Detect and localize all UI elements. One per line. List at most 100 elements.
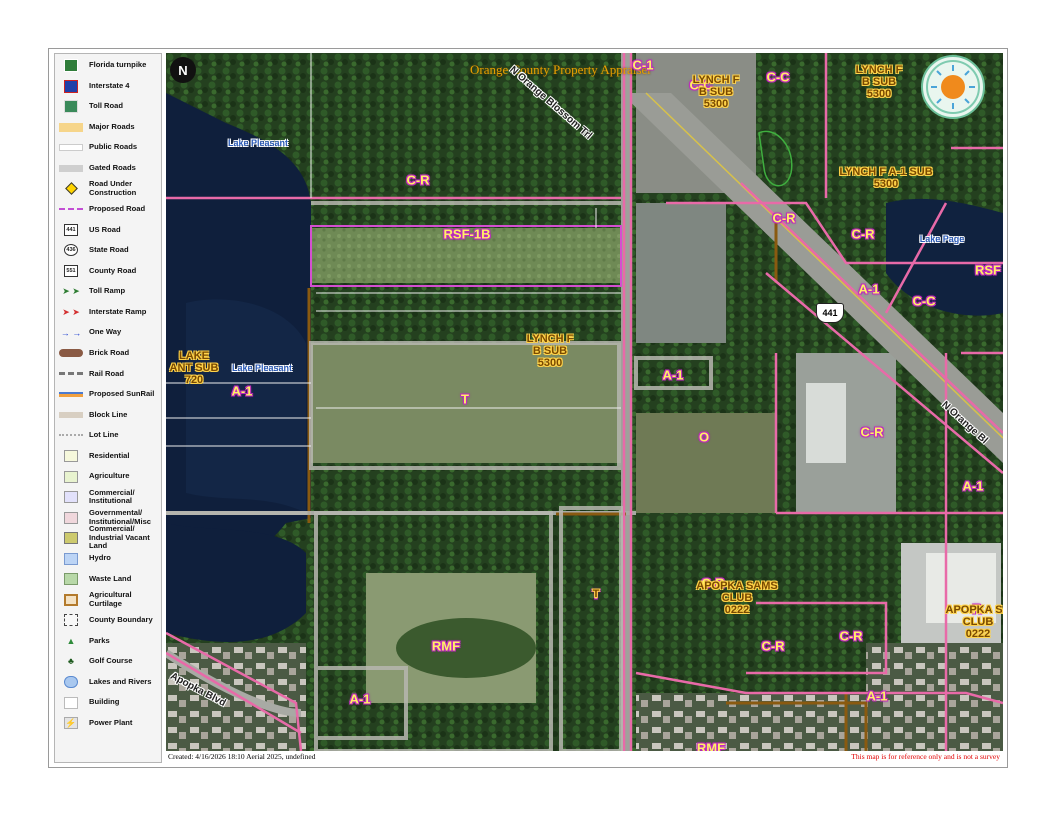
interstate-shield-icon — [59, 79, 83, 93]
zoning-label: RSF — [975, 262, 1001, 278]
disclaimer-text: This map is for reference only and is no… — [851, 752, 1000, 761]
water-body-label: Lake Pleasant — [231, 363, 293, 373]
legend-item-label: County Boundary — [89, 615, 153, 625]
zoning-label: A-1 — [962, 478, 984, 494]
building-swatch — [59, 696, 83, 709]
zoning-label: C-C — [912, 293, 936, 309]
zoning-label: A-1 — [231, 383, 253, 399]
north-arrow-icon: N — [170, 57, 196, 83]
legend-item-label: Residential — [89, 450, 130, 460]
turnpike-shield-icon — [59, 59, 83, 72]
legend-item: 551 County Road — [59, 263, 159, 280]
legend-item-label: Power Plant — [89, 717, 133, 727]
map-title: Orange County Property Appraiser — [470, 62, 652, 77]
rail-road-swatch — [59, 367, 83, 380]
legend-item: Lot Line — [59, 427, 159, 444]
legend-item-label: Florida turnpike — [89, 60, 147, 70]
agriculture-swatch — [59, 470, 83, 483]
zoning-label: RSF-1B — [443, 226, 491, 242]
legend-item-label: Lakes and Rivers — [89, 676, 152, 686]
legend-item-label: Interstate 4 — [89, 80, 130, 90]
legend-item: Florida turnpike — [59, 57, 159, 74]
zoning-label: C-R — [851, 226, 875, 242]
legend-item: 436 State Road — [59, 242, 159, 259]
map-footer: Created: 4/16/2026 18:10 Aerial 2025, un… — [166, 751, 1003, 763]
golf-course-icon: ♣ — [68, 656, 74, 667]
power-plant-icon: ⚡ — [64, 717, 78, 730]
map-legend: Florida turnpike Interstate 4 Toll Road Maj… — [54, 53, 162, 763]
park-tree-icon: ▲ — [66, 635, 76, 646]
zoning-label: A-1 — [662, 367, 684, 383]
legend-item: Waste Land — [59, 571, 159, 588]
legend-item: → → One Way — [59, 324, 159, 341]
legend-item-label: Hydro — [89, 553, 111, 563]
legend-item: Hydro — [59, 550, 159, 567]
toll-ramp-arrows-icon: ➤ ➤ — [62, 286, 80, 297]
legend-item-label: County Road — [89, 265, 137, 275]
zoning-label: A-1 — [349, 691, 371, 707]
legend-item-label: Building — [89, 697, 120, 707]
hydro-swatch — [59, 552, 83, 565]
legend-item-label: Block Line — [89, 409, 128, 419]
major-road-swatch — [59, 121, 83, 134]
legend-item-label: Interstate Ramp — [89, 306, 147, 316]
zoning-label: C-R — [406, 172, 430, 188]
zoning-label: C-R — [761, 638, 785, 654]
gated-road-swatch — [59, 162, 83, 175]
state-road-shield-icon: 436 — [59, 244, 83, 257]
legend-item: Commercial/ Institutional — [59, 488, 159, 506]
toll-road-shield-icon — [59, 100, 83, 114]
created-timestamp: Created: 4/16/2026 18:10 Aerial 2025, un… — [168, 752, 316, 761]
legend-item-label: Agricultural Curtilage — [89, 590, 132, 608]
legend-item-label: Golf Course — [89, 656, 133, 666]
zoning-label: C-R — [860, 424, 884, 440]
waste-land-swatch — [59, 573, 83, 586]
commercial-swatch — [59, 491, 83, 504]
proposed-road-swatch — [59, 203, 83, 216]
legend-item: Block Line — [59, 406, 159, 423]
legend-item: Toll Road — [59, 98, 159, 115]
legend-item: Lakes and Rivers — [59, 674, 159, 691]
legend-item: ▲ Parks — [59, 632, 159, 649]
legend-item-label: Toll Ramp — [89, 286, 126, 296]
legend-item: Agriculture — [59, 468, 159, 485]
legend-item-label: Rail Road — [89, 368, 125, 378]
north-arrow-label: N — [178, 62, 188, 78]
legend-item: Proposed SunRail — [59, 386, 159, 403]
us-road-shield-icon: 441 — [59, 223, 83, 236]
legend-item-label: Commercial/ Industrial Vacant Land — [89, 524, 150, 551]
zoning-label: A-1 — [866, 688, 888, 704]
legend-item-label: Proposed SunRail — [89, 389, 155, 399]
residential-swatch — [59, 449, 83, 462]
legend-item-label: State Road — [89, 245, 129, 255]
legend-item: ♣ Golf Course — [59, 653, 159, 670]
zoning-label: C-C — [766, 69, 790, 85]
legend-item: Interstate 4 — [59, 78, 159, 95]
aerial-map[interactable]: Orange County Property Appraiser N 441 C… — [166, 53, 1003, 751]
subdivision-label: LYNCH FB SUB 5300 — [855, 64, 903, 100]
legend-item-label: Agriculture — [89, 471, 130, 481]
legend-item: ⚡ Power Plant — [59, 715, 159, 732]
legend-item-label: One Way — [89, 327, 122, 337]
legend-item: Rail Road — [59, 365, 159, 382]
zoning-label: O — [698, 429, 710, 445]
legend-item-label: Waste Land — [89, 574, 132, 583]
county-boundary-swatch — [59, 614, 83, 627]
zoning-label: T — [461, 391, 469, 407]
legend-item-label: Parks — [89, 635, 110, 645]
legend-item: Proposed Road — [59, 201, 159, 218]
county-road-shield-icon: 551 — [59, 265, 83, 278]
lot-line-swatch — [59, 429, 83, 442]
curtilage-swatch — [59, 593, 83, 606]
legend-item-label: Brick Road — [89, 347, 130, 357]
subdivision-label: LAKE ANT SUB 720 — [169, 350, 219, 386]
us-route-441-shield: 441 — [816, 303, 844, 323]
subdivision-label: APOPKA SAMS CLUB 0222 — [696, 580, 778, 616]
legend-item: Public Roads — [59, 139, 159, 156]
brick-road-swatch — [59, 347, 83, 360]
legend-item: Residential — [59, 447, 159, 464]
legend-item: County Boundary — [59, 612, 159, 629]
legend-item-label: Proposed Road — [89, 204, 146, 214]
legend-item: Major Roads — [59, 119, 159, 136]
legend-item: Road Under Construction — [59, 180, 159, 197]
